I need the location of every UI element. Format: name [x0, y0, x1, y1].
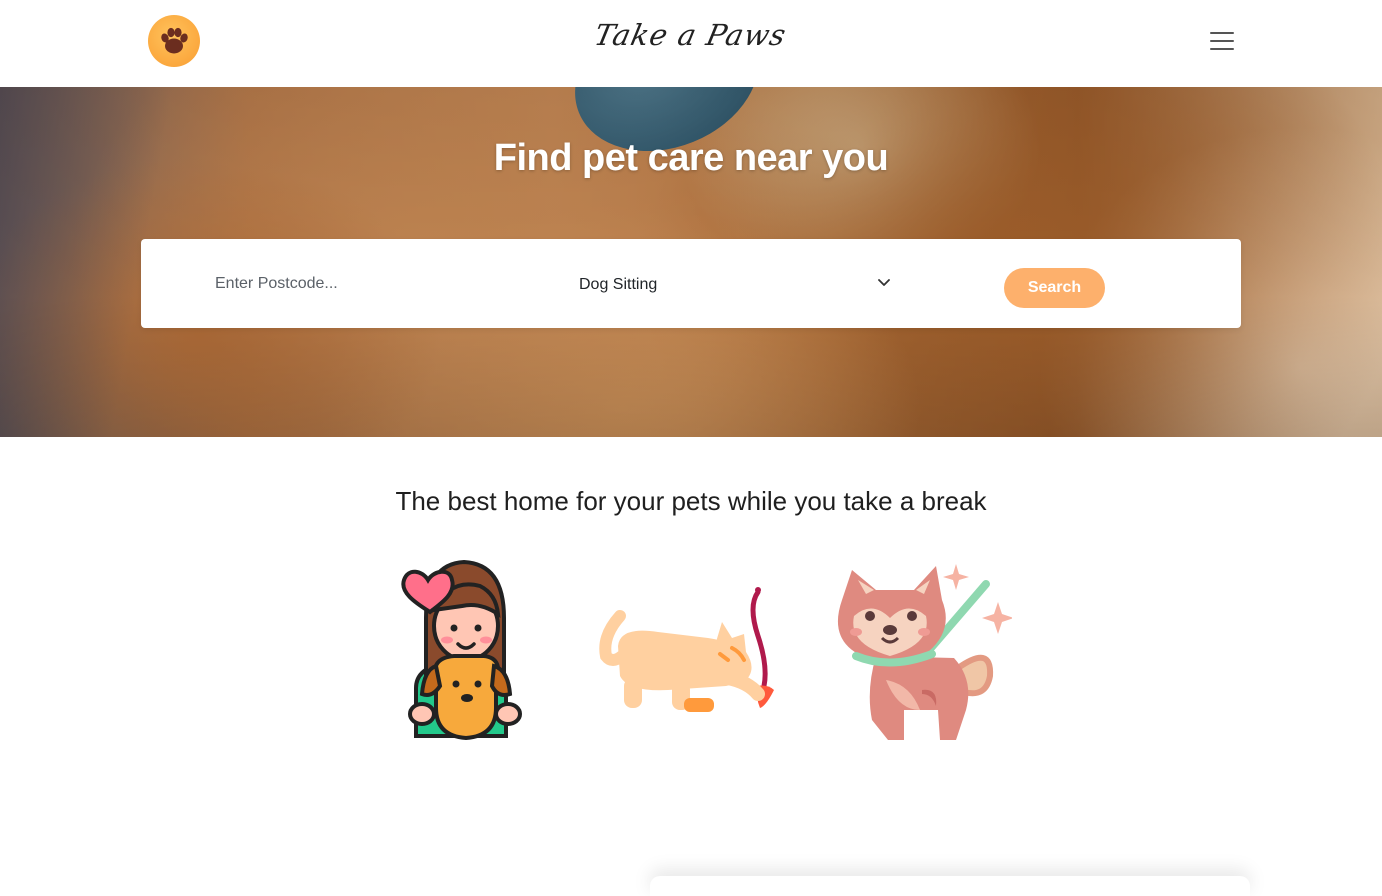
next-section-card — [650, 876, 1250, 896]
service-selected-value: Dog Sitting — [579, 276, 658, 293]
brand-logo-text[interactable]: Take a Paws — [0, 18, 1382, 52]
brand-name: Take a Paws — [591, 18, 791, 52]
search-form: Dog Sitting Search — [141, 239, 1241, 328]
search-button[interactable]: Search — [1004, 268, 1105, 308]
menu-toggle-button[interactable] — [1206, 27, 1238, 55]
cat-playing-illustration — [599, 587, 774, 712]
shiba-on-leash-illustration — [837, 564, 1012, 740]
girl-hugging-dog-illustration — [401, 559, 522, 740]
postcode-input[interactable] — [201, 267, 521, 301]
navbar: Take a Paws — [0, 0, 1382, 87]
chevron-down-icon — [878, 279, 890, 286]
features-title: The best home for your pets while you ta… — [395, 486, 987, 516]
service-type-select[interactable]: Dog Sitting — [565, 267, 905, 301]
hero-title: Find pet care near you — [493, 137, 889, 179]
